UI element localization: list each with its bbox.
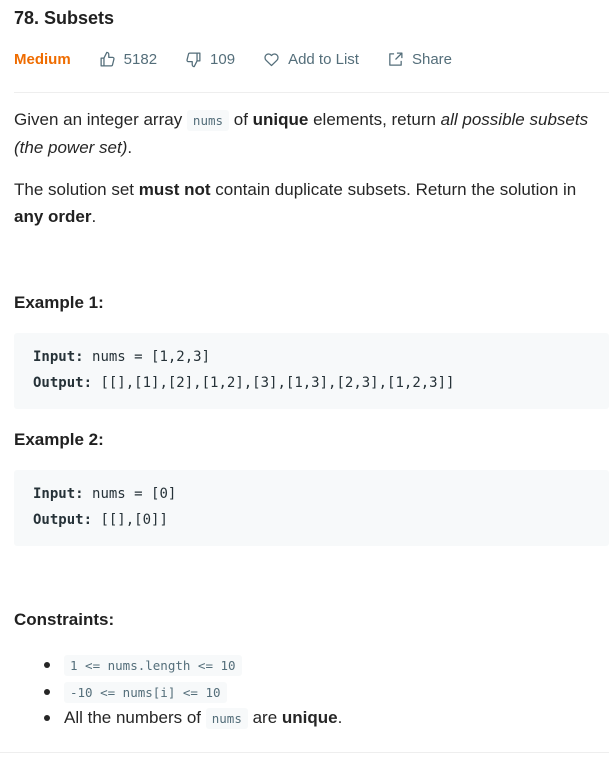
problem-title: 78. Subsets bbox=[14, 8, 115, 28]
inline-code-nums: nums bbox=[205, 707, 248, 729]
emphasis-must-not: must not bbox=[138, 180, 211, 199]
description-paragraph-2: The solution set must not contain duplic… bbox=[14, 180, 577, 226]
input-label: Input: bbox=[33, 486, 84, 502]
example-2-heading: Example 2: bbox=[14, 430, 104, 449]
like-button[interactable]: 5182 bbox=[99, 51, 157, 68]
inline-code-nums: nums bbox=[186, 110, 230, 131]
constraint-code: 1 <= nums.length <= 10 bbox=[64, 654, 242, 676]
bullet-icon bbox=[44, 689, 50, 695]
output-label: Output: bbox=[33, 512, 93, 528]
bullet-icon bbox=[44, 662, 50, 668]
footer-divider bbox=[0, 752, 609, 753]
like-count: 5182 bbox=[123, 50, 158, 68]
list-item: All the numbers of nums are unique. bbox=[14, 705, 342, 731]
input-value: nums = [1,2,3] bbox=[92, 349, 211, 365]
problem-meta-row: Medium 5182 109 Add to List Share bbox=[14, 48, 480, 70]
list-item: -10 <= nums[i] <= 10 bbox=[14, 679, 227, 705]
example-1-heading: Example 1: bbox=[14, 293, 104, 312]
emphasis-any-order: any order bbox=[14, 207, 92, 226]
output-value: [[],[0]] bbox=[100, 512, 168, 528]
thumbs-down-icon bbox=[186, 51, 201, 67]
constraint-code: -10 <= nums[i] <= 10 bbox=[64, 681, 227, 703]
header-divider bbox=[14, 92, 609, 93]
add-to-list-label: Add to List bbox=[288, 50, 359, 68]
example-1-code-block: Input: nums = [1,2,3] Output: [[],[1],[2… bbox=[14, 333, 609, 409]
share-button[interactable]: Share bbox=[387, 51, 452, 68]
dislike-button[interactable]: 109 bbox=[185, 51, 235, 68]
share-icon bbox=[389, 51, 403, 66]
constraints-heading: Constraints: bbox=[14, 610, 115, 629]
example-2-code-block: Input: nums = [0] Output: [[],[0]] bbox=[14, 470, 609, 546]
heart-icon bbox=[264, 52, 279, 66]
share-label: Share bbox=[411, 50, 452, 68]
thumbs-up-icon bbox=[100, 51, 115, 67]
add-to-list-button[interactable]: Add to List bbox=[263, 51, 359, 68]
input-label: Input: bbox=[33, 349, 84, 365]
emphasis-unique: unique bbox=[281, 708, 338, 727]
output-value: [[],[1],[2],[1,2],[3],[1,3],[2,3],[1,2,3… bbox=[100, 375, 455, 391]
input-value: nums = [0] bbox=[92, 486, 177, 502]
difficulty-badge: Medium bbox=[14, 50, 71, 68]
list-item: 1 <= nums.length <= 10 bbox=[14, 652, 242, 678]
dislike-count: 109 bbox=[210, 50, 236, 68]
emphasis-unique: unique bbox=[252, 110, 309, 129]
output-label: Output: bbox=[33, 375, 93, 391]
description-paragraph-1: Given an integer array nums of unique el… bbox=[14, 110, 589, 157]
bullet-icon bbox=[44, 715, 50, 721]
